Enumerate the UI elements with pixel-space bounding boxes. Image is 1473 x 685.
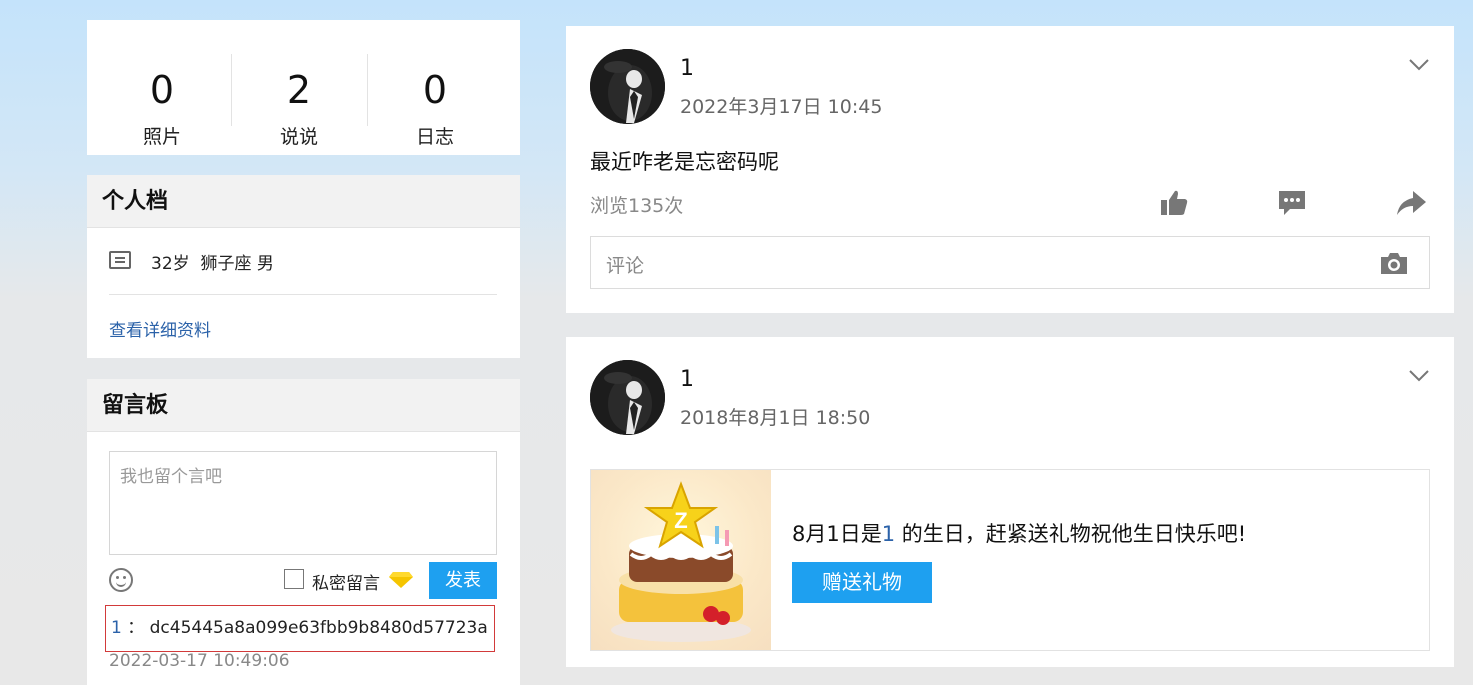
post-button[interactable]: 发表 — [429, 562, 497, 599]
stat-count: 2 — [286, 68, 312, 112]
send-gift-button[interactable]: 赠送礼物 — [792, 562, 932, 603]
svg-text:Z: Z — [674, 508, 687, 533]
stat-label: 日志 — [415, 126, 454, 148]
comment-placeholder: 评论 — [606, 255, 645, 277]
view-details-link[interactable]: 查看详细资料 — [109, 316, 211, 341]
smile-icon[interactable] — [109, 568, 133, 592]
post-author[interactable]: 1 — [680, 56, 694, 81]
stat-blogs[interactable]: 0 日志 — [367, 20, 503, 155]
comment-icon[interactable] — [1276, 187, 1308, 219]
post-author[interactable]: 1 — [680, 367, 694, 392]
profile-title: 个人档 — [87, 175, 520, 228]
chevron-down-icon[interactable] — [1408, 369, 1430, 383]
birthday-cake-image: Z — [591, 470, 771, 650]
stat-moods[interactable]: 2 说说 — [231, 20, 367, 155]
stat-label: 说说 — [279, 126, 318, 148]
avatar[interactable] — [590, 49, 665, 124]
diamond-icon — [389, 572, 413, 588]
feed-post: 1 2022年3月17日 10:45 最近咋老是忘密码呢 浏览135次 评论 — [566, 26, 1454, 313]
camera-icon[interactable] — [1379, 249, 1409, 277]
divider — [109, 294, 497, 295]
info-icon — [109, 251, 131, 269]
feed-post: 1 2018年8月1日 18:50 Z 8月1日是1 的生日，赶紧送礼物祝他生日… — [566, 337, 1454, 667]
stats-card: 0 照片 2 说说 0 日志 — [87, 20, 520, 155]
share-icon[interactable] — [1395, 187, 1427, 219]
message-input[interactable]: 我也留个言吧 — [109, 451, 497, 555]
message-separator: ： — [127, 618, 145, 638]
avatar[interactable] — [590, 360, 665, 435]
profile-card: 个人档 32岁 狮子座 男 查看详细资料 — [87, 175, 520, 358]
message-board-card: 留言板 我也留个言吧 私密留言 发表 1 ： dc45445a8a099e63f… — [87, 379, 520, 685]
profile-info: 32岁 狮子座 男 — [151, 254, 274, 274]
thumbs-up-icon[interactable] — [1158, 187, 1190, 219]
post-views: 浏览135次 — [590, 195, 684, 217]
post-text: 最近咋老是忘密码呢 — [590, 150, 779, 174]
private-checkbox[interactable] — [284, 569, 304, 589]
message-item: 1 ： dc45445a8a099e63fbb9b8480d57723a — [105, 605, 495, 652]
post-time: 2018年8月1日 18:50 — [680, 407, 871, 429]
stat-photos[interactable]: 0 照片 — [94, 20, 230, 155]
message-text: dc45445a8a099e63fbb9b8480d57723a — [149, 618, 488, 638]
birthday-person[interactable]: 1 — [882, 522, 895, 546]
birthday-suffix: 的生日，赶紧送礼物祝他生日快乐吧! — [895, 522, 1247, 546]
stat-count: 0 — [149, 68, 175, 112]
birthday-card: Z 8月1日是1 的生日，赶紧送礼物祝他生日快乐吧! 赠送礼物 — [590, 469, 1430, 651]
comment-input[interactable]: 评论 — [590, 236, 1430, 289]
private-label: 私密留言 — [312, 574, 380, 594]
message-board-title: 留言板 — [87, 379, 520, 432]
birthday-message: 8月1日是1 的生日，赶紧送礼物祝他生日快乐吧! — [792, 518, 1246, 548]
chevron-down-icon[interactable] — [1408, 58, 1430, 72]
stat-count: 0 — [422, 68, 448, 112]
stat-label: 照片 — [142, 126, 181, 148]
message-time: 2022-03-17 10:49:06 — [109, 651, 290, 671]
birthday-prefix: 8月1日是 — [792, 522, 882, 546]
message-author[interactable]: 1 — [111, 618, 122, 638]
post-time: 2022年3月17日 10:45 — [680, 96, 883, 118]
